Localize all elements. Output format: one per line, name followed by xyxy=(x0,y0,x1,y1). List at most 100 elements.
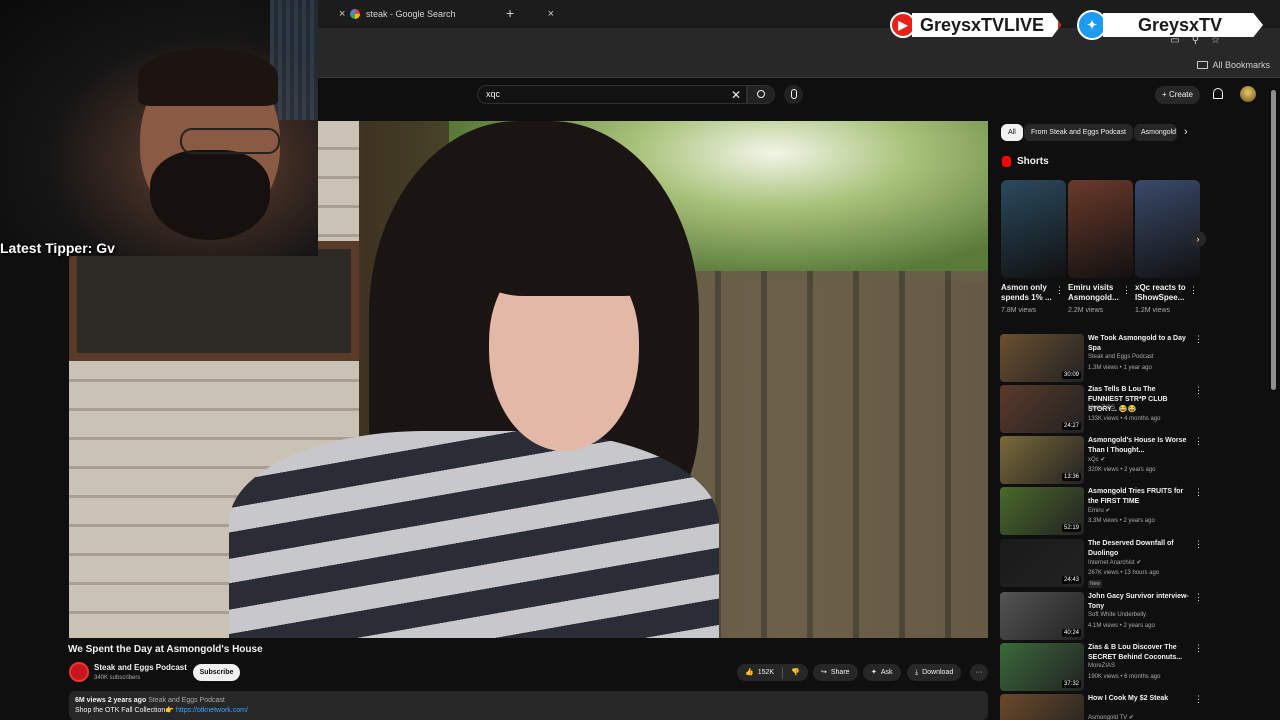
duration-badge: 24:27 xyxy=(1061,422,1081,430)
recommendation-thumbnail[interactable]: 24:27 xyxy=(1000,385,1084,433)
shorts-icon xyxy=(1002,156,1011,167)
browser-tab-prev-close[interactable]: × xyxy=(325,3,345,25)
chip-from-channel[interactable]: From Steak and Eggs Podcast xyxy=(1024,124,1133,141)
recommendation-thumbnail[interactable]: 24:43 xyxy=(1000,539,1084,587)
short-thumbnail[interactable] xyxy=(1135,180,1200,278)
recommendation-title[interactable]: How I Cook My $2 Steak xyxy=(1088,694,1192,704)
recommendation-channel[interactable]: xQc ✔ xyxy=(1088,456,1105,463)
recommendation-channel[interactable]: Internet Anarchist ✔ xyxy=(1088,559,1141,566)
tab-close-icon[interactable]: × xyxy=(548,8,554,20)
duration-badge: 37:32 xyxy=(1061,680,1081,688)
youtube-handle-overlay: ▶ GreysxTVLIVE xyxy=(890,11,1062,39)
tab-title: steak - Google Search xyxy=(366,9,456,19)
short-title[interactable]: Emiru visits Asmongold... xyxy=(1068,283,1128,303)
recommendation-channel[interactable]: Soft White Underbelly xyxy=(1088,612,1146,618)
new-tab-button[interactable]: + xyxy=(506,5,514,21)
recommendation-meta: 4.1M views • 2 years ago xyxy=(1088,623,1155,629)
recommendation-menu-icon[interactable]: ⋮ xyxy=(1194,487,1203,498)
recommendation-menu-icon[interactable]: ⋮ xyxy=(1194,643,1203,654)
chip-asmongold[interactable]: Asmongold xyxy=(1134,124,1177,141)
view-count: 6M views xyxy=(75,697,106,704)
recommendation-title[interactable]: Asmongold Tries FRUITS for the FIRST TIM… xyxy=(1088,487,1192,507)
recommendation-menu-icon[interactable]: ⋮ xyxy=(1194,385,1203,396)
short-views: 1.2M views xyxy=(1135,307,1171,314)
recommendation-item[interactable]: 52:19 Asmongold Tries FRUITS for the FIRS… xyxy=(1000,487,1203,535)
voice-search-icon[interactable] xyxy=(784,85,803,104)
description-link[interactable]: https://otknetwork.com/ xyxy=(176,707,248,714)
short-menu-icon[interactable]: ⋮ xyxy=(1189,285,1198,296)
folder-icon xyxy=(1197,61,1209,69)
chip-all[interactable]: All xyxy=(1001,124,1023,141)
subscribe-button[interactable]: Subscribe xyxy=(193,664,240,681)
recommendation-thumbnail[interactable] xyxy=(1000,694,1084,720)
share-button[interactable]: ↪ Share xyxy=(813,664,858,681)
recommendation-title[interactable]: Asmongold's House Is Worse Than I Though… xyxy=(1088,436,1192,456)
download-button[interactable]: ⤓ Download xyxy=(907,664,962,681)
channel-name[interactable]: Steak and Eggs Podcast xyxy=(94,663,187,672)
webcam-overlay xyxy=(0,0,318,256)
desc-channel-tag: Steak and Eggs Podcast xyxy=(148,697,225,704)
recommendation-title[interactable]: Zias & B Lou Discover The SECRET Behind … xyxy=(1088,643,1192,663)
recommendation-menu-icon[interactable]: ⋮ xyxy=(1194,539,1203,550)
channel-avatar[interactable] xyxy=(69,662,89,682)
more-actions-button[interactable]: ··· xyxy=(970,664,988,681)
short-menu-icon[interactable]: ⋮ xyxy=(1122,285,1131,296)
thumbs-down-icon[interactable]: 👎 xyxy=(791,664,800,681)
like-dislike-group[interactable]: 👍 152K 👎 xyxy=(737,664,808,681)
recommendation-channel[interactable]: Emiru ✔ xyxy=(1088,507,1110,514)
recommendation-meta: 3.3M views • 2 years ago xyxy=(1088,518,1155,524)
bell-icon[interactable] xyxy=(1213,88,1223,99)
recommendation-menu-icon[interactable]: ⋮ xyxy=(1194,592,1203,603)
recommendation-item[interactable]: 13:36 Asmongold's House Is Worse Than I T… xyxy=(1000,436,1203,484)
recommendation-channel[interactable]: Steak and Eggs Podcast xyxy=(1088,354,1154,360)
shorts-header: Shorts xyxy=(1002,156,1049,167)
short-menu-icon[interactable]: ⋮ xyxy=(1055,285,1064,296)
create-button[interactable]: + Create xyxy=(1155,86,1200,104)
search-icon xyxy=(757,90,765,98)
subscriber-count: 340K subscribers xyxy=(94,675,141,681)
scrollbar[interactable] xyxy=(1271,90,1276,390)
search-button[interactable] xyxy=(747,85,775,104)
recommendation-title[interactable]: The Deserved Downfall of Duolingo xyxy=(1088,539,1192,559)
download-icon: ⤓ xyxy=(915,669,919,676)
recommendation-title[interactable]: We Took Asmongold to a Day Spa xyxy=(1088,334,1192,354)
chevron-right-icon[interactable]: › xyxy=(1184,126,1188,138)
shorts-next-button[interactable]: › xyxy=(1190,231,1206,247)
recommendation-thumbnail[interactable]: 37:32 xyxy=(1000,643,1084,691)
recommendation-meta: 133K views • 4 months ago xyxy=(1088,416,1161,422)
ask-button[interactable]: ✦ Ask xyxy=(863,664,901,681)
recommendation-thumbnail[interactable]: 52:19 xyxy=(1000,487,1084,535)
thumbs-up-icon[interactable]: 👍 xyxy=(745,664,754,681)
short-title[interactable]: xQc reacts to IShowSpee... xyxy=(1135,283,1195,303)
recommendation-item[interactable]: 30:09 We Took Asmongold to a Day Spa Steak… xyxy=(1000,334,1203,382)
description-box[interactable]: 6M views 2 years ago Steak and Eggs Podc… xyxy=(69,691,988,720)
recommendation-item[interactable]: 24:43 The Deserved Downfall of Duolingo In… xyxy=(1000,539,1203,588)
browser-tab-steak[interactable]: steak - Google Search × xyxy=(350,3,554,25)
recommendation-channel[interactable]: Asmongold TV ✔ xyxy=(1088,714,1134,720)
recommendation-thumbnail[interactable]: 40:24 xyxy=(1000,592,1084,640)
recommendation-item[interactable]: 40:24 John Gacy Survivor interview- Tony S… xyxy=(1000,592,1203,640)
short-title[interactable]: Asmon only spends 1% ... xyxy=(1001,283,1061,303)
avatar[interactable] xyxy=(1240,86,1256,102)
recommendation-item[interactable]: 37:32 Zias & B Lou Discover The SECRET Be… xyxy=(1000,643,1203,691)
twitter-handle-overlay: ✦ GreysxTV xyxy=(1077,10,1263,40)
search-input[interactable]: xqc xyxy=(477,85,747,104)
recommendation-channel[interactable]: MoreZIAS xyxy=(1088,405,1115,411)
recommendation-item[interactable]: 24:27 Zias Tells B Lou The FUNNIEST STR*P… xyxy=(1000,385,1203,433)
recommendation-meta: 267K views • 13 hours ago xyxy=(1088,570,1160,576)
recommendation-menu-icon[interactable]: ⋮ xyxy=(1194,334,1203,345)
duration-badge: 13:36 xyxy=(1061,473,1081,481)
recommendation-menu-icon[interactable]: ⋮ xyxy=(1194,436,1203,447)
recommendation-thumbnail[interactable]: 30:09 xyxy=(1000,334,1084,382)
short-thumbnail[interactable] xyxy=(1001,180,1066,278)
recommendation-thumbnail[interactable]: 13:36 xyxy=(1000,436,1084,484)
recommendation-meta: 1.3M views • 1 year ago xyxy=(1088,365,1152,371)
recommendation-menu-icon[interactable]: ⋮ xyxy=(1194,694,1203,705)
recommendation-item[interactable]: How I Cook My $2 Steak Asmongold TV ✔ ⋮ xyxy=(1000,694,1203,720)
clear-search-icon[interactable]: ✕ xyxy=(731,88,741,102)
recommendation-channel[interactable]: MoreZIAS xyxy=(1088,663,1115,669)
short-thumbnail[interactable] xyxy=(1068,180,1133,278)
recommendation-title[interactable]: John Gacy Survivor interview- Tony xyxy=(1088,592,1192,612)
all-bookmarks-button[interactable]: All Bookmarks xyxy=(1197,60,1270,70)
twitter-icon: ✦ xyxy=(1077,10,1107,40)
